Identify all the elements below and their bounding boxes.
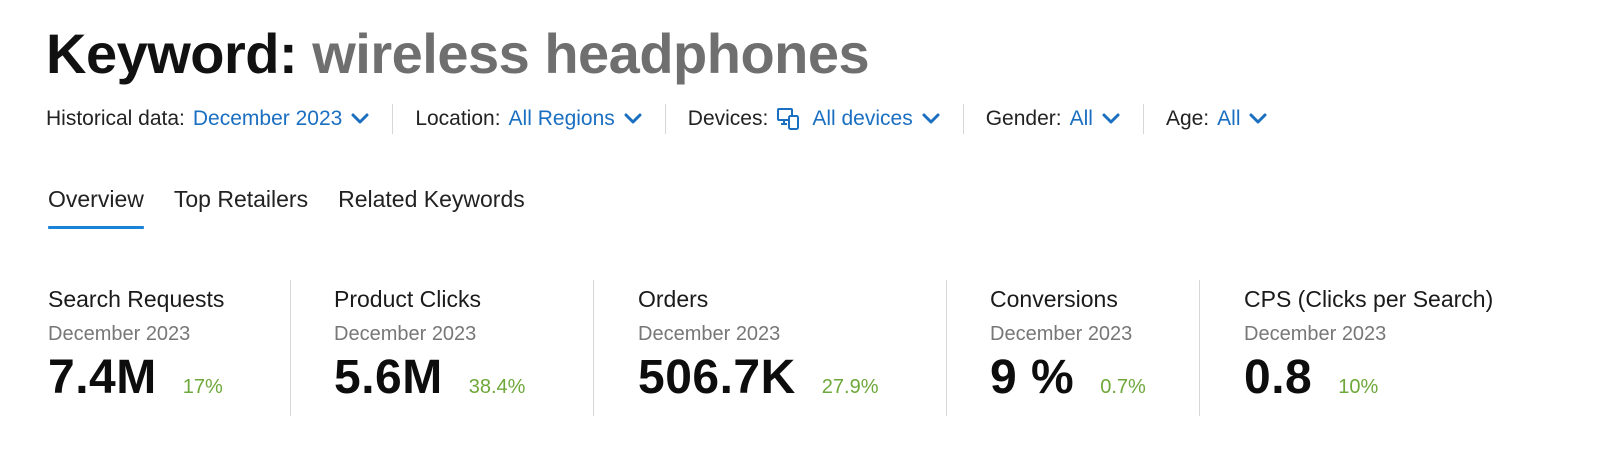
metric-change: 0.7% [1100,376,1146,398]
metric-orders: Orders December 2023 506.7K 27.9% [638,280,879,416]
title-keyword: wireless headphones [312,22,870,85]
filter-value[interactable]: All Regions [509,107,615,131]
metric-title: Product Clicks [334,286,481,312]
metric-value-row: 506.7K 27.9% [638,350,879,405]
filter-divider [962,104,964,134]
filter-age[interactable]: Age: All [1166,107,1269,131]
filter-label: Location: [415,107,501,130]
metric-value: 506.7K [638,351,796,404]
devices-icon [777,108,800,130]
metrics-row: Search Requests December 2023 7.4M 17% P… [0,280,1600,416]
filter-gender[interactable]: Gender: All [986,107,1121,131]
metric-value-row: 0.8 10% [1244,350,1493,405]
filter-label: Historical data: [46,107,185,130]
metric-value: 7.4M [48,351,157,404]
chevron-down-icon[interactable] [350,112,370,126]
metric-title: Search Requests [48,286,225,312]
metric-value-row: 9 % 0.7% [990,350,1146,405]
tab-related-keywords[interactable]: Related Keywords [338,186,525,227]
filter-divider [664,104,666,134]
metric-divider [593,280,594,416]
filter-value[interactable]: All devices [812,107,912,131]
filter-value[interactable]: All [1217,107,1240,131]
metric-value: 5.6M [334,351,443,404]
chevron-down-icon[interactable] [1101,112,1121,126]
filter-location[interactable]: Location: All Regions [415,107,642,131]
tab-overview[interactable]: Overview [48,186,144,229]
keyword-report-page: Keyword: wireless headphones Historical … [0,0,1600,466]
metric-conversions: Conversions December 2023 9 % 0.7% [990,280,1146,416]
metric-value: 9 % [990,351,1075,404]
metric-divider [946,280,947,416]
filter-divider [392,104,394,134]
filter-value[interactable]: All [1070,107,1093,131]
metric-value-row: 5.6M 38.4% [334,350,525,405]
metric-period: December 2023 [990,323,1133,345]
filter-historical-data[interactable]: Historical data: December 2023 [46,107,370,131]
tab-top-retailers[interactable]: Top Retailers [174,186,308,227]
metric-title: Orders [638,286,709,312]
chevron-down-icon[interactable] [1248,112,1268,126]
metric-period: December 2023 [1244,323,1387,345]
filter-bar: Historical data: December 2023 Location:… [46,104,1268,134]
metric-product-clicks: Product Clicks December 2023 5.6M 38.4% [334,280,525,416]
filter-label: Devices: [687,107,769,130]
metric-title: Conversions [990,286,1118,312]
metric-title: CPS (Clicks per Search) [1244,286,1494,312]
filter-devices[interactable]: Devices: All devices [688,107,941,131]
metric-cps: CPS (Clicks per Search) December 2023 0.… [1244,280,1493,416]
filter-value[interactable]: December 2023 [193,107,342,131]
filter-label: Gender: [985,107,1062,130]
metric-period: December 2023 [48,323,191,345]
metric-change: 27.9% [821,376,879,398]
metric-value: 0.8 [1244,351,1313,404]
metric-value-row: 7.4M 17% [48,350,224,405]
metric-divider [1199,280,1200,416]
metric-period: December 2023 [334,323,477,345]
metric-period: December 2023 [638,323,781,345]
metric-change: 10% [1338,376,1379,398]
tab-bar: Overview Top Retailers Related Keywords [48,186,555,229]
chevron-down-icon[interactable] [623,112,643,126]
metric-change: 38.4% [468,376,526,398]
metric-divider [290,280,291,416]
filter-divider [1142,104,1144,134]
page-title: Keyword: wireless headphones [46,22,870,86]
metric-search-requests: Search Requests December 2023 7.4M 17% [48,280,224,416]
filter-label: Age: [1165,107,1210,130]
chevron-down-icon[interactable] [921,112,941,126]
title-prefix: Keyword: [46,22,298,85]
metric-change: 17% [182,376,223,398]
